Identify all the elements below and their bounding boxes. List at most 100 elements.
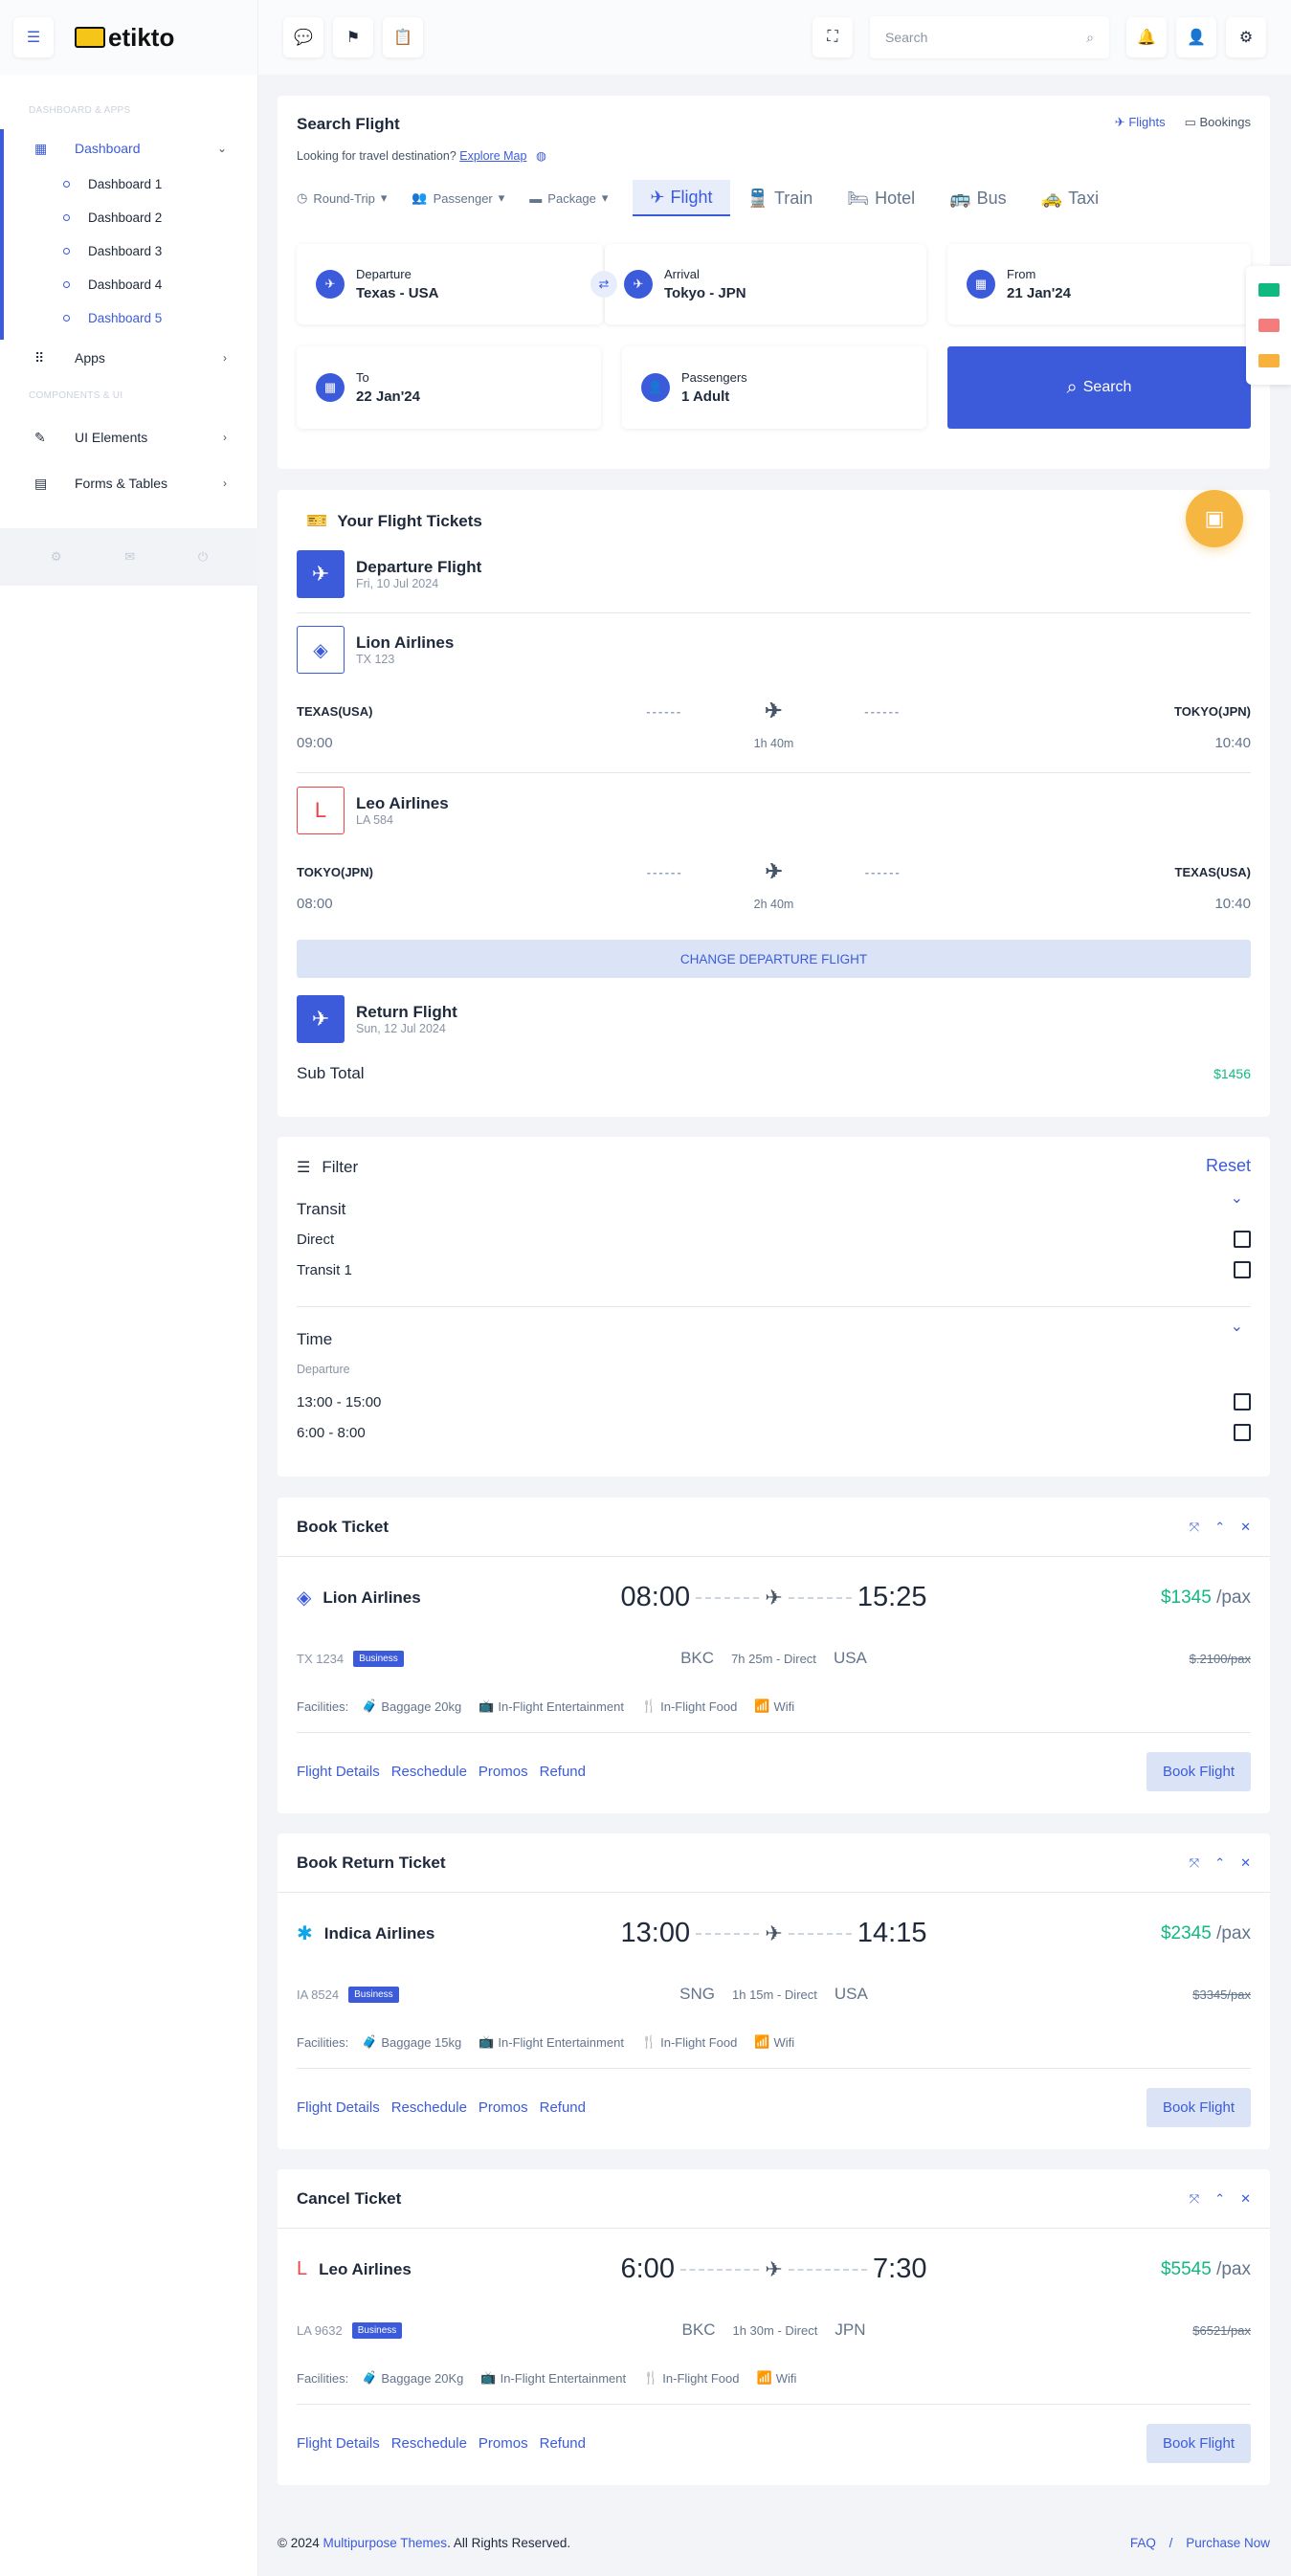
- transit-1-checkbox[interactable]: [1234, 1261, 1251, 1278]
- flight-details-link[interactable]: Flight Details: [297, 2099, 380, 2116]
- promos-link[interactable]: Promos: [479, 2435, 528, 2452]
- reschedule-link[interactable]: Reschedule: [391, 2435, 467, 2452]
- value: 1 Adult: [681, 389, 730, 405]
- swap-button[interactable]: ⇄: [590, 271, 617, 298]
- refund-link[interactable]: Refund: [540, 2099, 586, 2116]
- book-ticket-card: Cancel Ticket ⤧ ⌃ ✕ L Leo Airlines 6:00 ✈ 7:3…: [278, 2169, 1270, 2485]
- flag-button[interactable]: ⚑: [333, 17, 373, 57]
- sidebar-item-dashboard-5[interactable]: Dashboard 5: [0, 301, 257, 335]
- tab-flight[interactable]: ✈ Flight: [633, 180, 730, 216]
- close-icon[interactable]: ✕: [1240, 2191, 1251, 2207]
- logo[interactable]: etikto: [75, 23, 174, 53]
- settings-icon[interactable]: ⚙: [51, 549, 62, 565]
- purchase-link[interactable]: Purchase Now: [1186, 2536, 1270, 2550]
- time-1-checkbox[interactable]: [1234, 1393, 1251, 1410]
- flight-row[interactable]: ◈ Lion Airlines TX 123 TEXAS(USA) ------ …: [297, 626, 1251, 751]
- search-button[interactable]: ⌕ Search: [947, 346, 1251, 429]
- collapse-icon[interactable]: ⌃: [1214, 2191, 1225, 2207]
- cart-fab-button[interactable]: ▣: [1186, 490, 1243, 547]
- to-date-field[interactable]: ▦ To 22 Jan'24: [297, 346, 601, 429]
- cart-icon[interactable]: [1258, 318, 1280, 332]
- checkbox-row[interactable]: Direct: [297, 1231, 1251, 1248]
- sidebar-item-dashboard-4[interactable]: Dashboard 4: [0, 268, 257, 301]
- expand-icon[interactable]: ⤧: [1190, 2191, 1199, 2207]
- explore-map-link[interactable]: Explore Map: [459, 149, 526, 163]
- arrival-field[interactable]: ✈ Arrival Tokyo - JPN: [605, 244, 926, 324]
- close-icon[interactable]: ✕: [1240, 1520, 1251, 1535]
- refund-link[interactable]: Refund: [540, 2435, 586, 2452]
- change-departure-button[interactable]: CHANGE DEPARTURE FLIGHT: [297, 940, 1251, 978]
- sidebar-item-dashboard-3[interactable]: Dashboard 3: [0, 234, 257, 268]
- book-flight-button[interactable]: Book Flight: [1146, 2424, 1251, 2463]
- flight-row[interactable]: L Leo Airlines LA 584 TOKYO(JPN) ------ ✈…: [297, 787, 1251, 912]
- brand-link[interactable]: Multipurpose Themes: [323, 2536, 448, 2550]
- tab-bus[interactable]: 🚌 Bus: [932, 180, 1023, 216]
- chat-button[interactable]: 💬: [283, 17, 323, 57]
- departure-time: 6:00: [620, 2254, 675, 2284]
- reschedule-link[interactable]: Reschedule: [391, 1764, 467, 1780]
- collapse-icon[interactable]: ⌃: [1214, 1855, 1225, 1871]
- round-trip-dropdown[interactable]: ◷ Round-Trip ▾: [297, 190, 387, 206]
- money-icon[interactable]: [1258, 282, 1280, 297]
- baggage-facility: 🧳 Baggage 20Kg: [362, 2370, 463, 2386]
- book-flight-button[interactable]: Book Flight: [1146, 2088, 1251, 2127]
- promos-link[interactable]: Promos: [479, 2099, 528, 2116]
- notifications-button[interactable]: 🔔: [1126, 17, 1167, 57]
- food-facility: 🍴 In-Flight Food: [641, 1699, 737, 1714]
- tab-hotel[interactable]: 🛏 Hotel: [830, 180, 932, 216]
- flight-code: TX 1234: [297, 1651, 345, 1666]
- reschedule-link[interactable]: Reschedule: [391, 2099, 467, 2116]
- book-flight-button[interactable]: Book Flight: [1146, 1752, 1251, 1791]
- flight-details-link[interactable]: Flight Details: [297, 1764, 380, 1780]
- time-2-checkbox[interactable]: [1234, 1424, 1251, 1441]
- settings-button[interactable]: ⚙: [1226, 17, 1266, 57]
- from-date-field[interactable]: ▦ From 21 Jan'24: [947, 244, 1251, 324]
- sidebar-item-ui-elements[interactable]: ✎ UI Elements ›: [0, 418, 257, 456]
- clipboard-button[interactable]: 📋: [383, 17, 423, 57]
- label: Hotel: [875, 188, 916, 208]
- tab-flights[interactable]: ✈ Flights: [1115, 115, 1166, 130]
- sidebar-item-dashboard-1[interactable]: Dashboard 1: [0, 167, 257, 201]
- airline-name: Indica Airlines: [323, 1923, 435, 1943]
- faq-link[interactable]: FAQ: [1130, 2536, 1156, 2550]
- direct-checkbox[interactable]: [1234, 1231, 1251, 1248]
- sidebar-item-dashboard-2[interactable]: Dashboard 2: [0, 201, 257, 234]
- promos-link[interactable]: Promos: [479, 1764, 528, 1780]
- reset-button[interactable]: Reset: [1206, 1156, 1251, 1176]
- tab-train[interactable]: 🚆 Train: [730, 180, 831, 216]
- fullscreen-button[interactable]: ⛶: [812, 17, 853, 57]
- menu-toggle-button[interactable]: ☰: [13, 17, 54, 57]
- expand-icon[interactable]: ⤧: [1190, 1520, 1199, 1535]
- collapse-time-icon[interactable]: ⌄: [1231, 1317, 1243, 1336]
- flight-details-link[interactable]: Flight Details: [297, 2435, 380, 2452]
- sidebar-item-apps[interactable]: ⠿ Apps ›: [0, 339, 257, 377]
- passenger-dropdown[interactable]: 👥 Passenger ▾: [412, 190, 504, 206]
- close-icon[interactable]: ✕: [1240, 1855, 1251, 1871]
- chart-icon[interactable]: [1258, 354, 1280, 368]
- tab-taxi[interactable]: 🚕 Taxi: [1024, 180, 1116, 216]
- takeoff-icon: ✈: [316, 270, 345, 299]
- departure-field[interactable]: ✈ Departure Texas - USA: [297, 244, 603, 324]
- checkbox-row[interactable]: 13:00 - 15:00: [297, 1393, 1251, 1410]
- collapse-icon[interactable]: ⌃: [1214, 1520, 1225, 1535]
- search-input[interactable]: Search ⌕: [870, 16, 1109, 58]
- copyright: © 2024: [278, 2536, 320, 2550]
- label: Wifi: [773, 1699, 795, 1714]
- sidebar-item-dashboard[interactable]: ▦ Dashboard ⌄: [0, 129, 257, 167]
- expand-icon[interactable]: ⤧: [1190, 1855, 1199, 1871]
- power-icon[interactable]: ⏻: [198, 549, 208, 565]
- facilities-label: Facilities:: [297, 2034, 349, 2050]
- collapse-transit-icon[interactable]: ⌄: [1231, 1188, 1243, 1208]
- refund-link[interactable]: Refund: [540, 1764, 586, 1780]
- mail-icon[interactable]: ✉: [124, 549, 135, 565]
- profile-button[interactable]: 👤: [1176, 17, 1216, 57]
- card-title: Cancel Ticket: [297, 2188, 402, 2208]
- checkbox-row[interactable]: 6:00 - 8:00: [297, 1424, 1251, 1441]
- passengers-field[interactable]: 👤 Passengers 1 Adult: [622, 346, 926, 429]
- tab-bookings[interactable]: ▭ Bookings: [1185, 115, 1251, 130]
- checkbox-row[interactable]: Transit 1: [297, 1261, 1251, 1278]
- sidebar-item-forms-tables[interactable]: ▤ Forms & Tables ›: [0, 464, 257, 502]
- apps-icon: ⠿: [34, 349, 45, 366]
- package-dropdown[interactable]: ▬ Package ▾: [529, 190, 608, 206]
- subtotal-value: $1456: [1213, 1066, 1251, 1081]
